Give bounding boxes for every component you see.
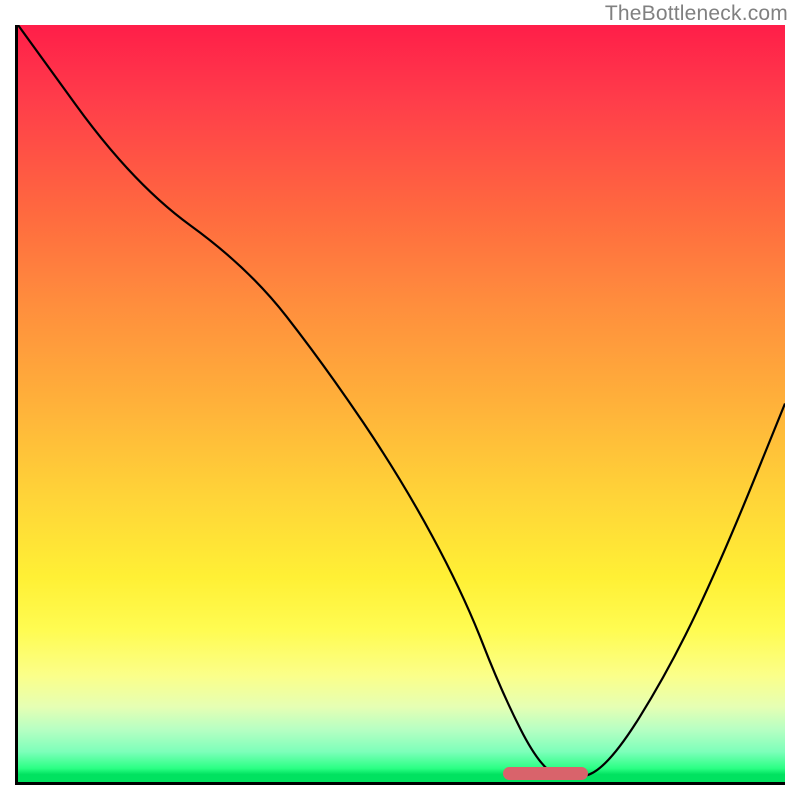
plot-area [15,25,785,785]
watermark-text: TheBottleneck.com [605,2,788,26]
bottleneck-gradient-background [18,25,785,782]
optimal-range-marker [503,767,588,780]
chart-frame [15,25,785,785]
